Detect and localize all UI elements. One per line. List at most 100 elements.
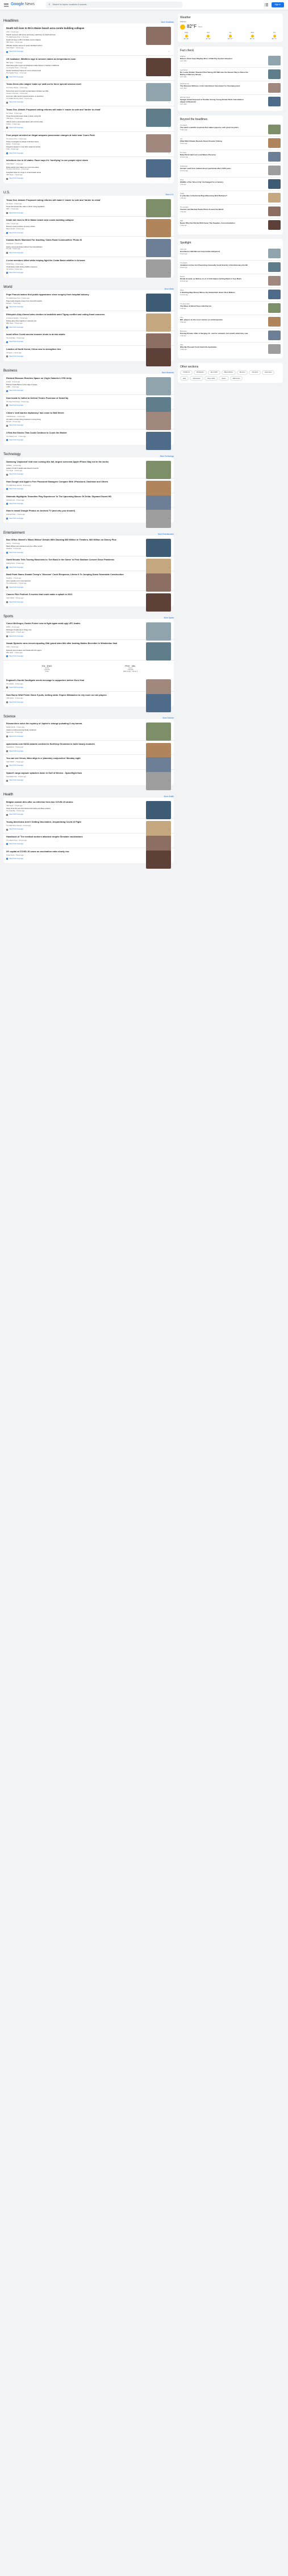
- expand-chevron-icon[interactable]: ⌄: [168, 355, 170, 357]
- mini-story[interactable]: NPR Newer Why Not Shrink With Fewer Trip …: [180, 218, 281, 232]
- related-title[interactable]: Jupiter's pulsing auroras finally explai…: [6, 729, 36, 732]
- expand-chevron-icon[interactable]: ⌄: [168, 502, 170, 505]
- sign-in-button[interactable]: Sign in: [271, 2, 284, 8]
- expand-chevron-icon[interactable]: ⌄: [168, 50, 170, 52]
- mini-story[interactable]: The Atlantic The weird scientific loophol…: [180, 123, 281, 137]
- more-business-link[interactable]: More Business: [162, 371, 174, 374]
- related-story[interactable]: Jupiter's pulsing auroras finally explai…: [6, 729, 137, 734]
- story-image[interactable]: [146, 800, 171, 819]
- related-title[interactable]: Harris comments draw criticism from Repu…: [6, 246, 42, 248]
- sports-title[interactable]: Sports: [3, 615, 13, 620]
- expand-chevron-icon[interactable]: ⌄: [168, 735, 170, 737]
- related-story[interactable]: Death toll rises to 95 in Surfside condo…: [6, 39, 137, 43]
- story-image[interactable]: [146, 199, 171, 217]
- related-story[interactable]: Search resumes with drone and heavy mach…: [6, 34, 137, 38]
- expand-chevron-icon[interactable]: ⌄: [168, 152, 170, 154]
- mini-title[interactable]: The Stimulus Stillness in the Intermitte…: [180, 85, 248, 87]
- mini-image[interactable]: [268, 344, 281, 354]
- story-title[interactable]: Infections rise in 43 states: Fauci says…: [6, 159, 137, 162]
- mini-title[interactable]: Parsing Private: Offer of Surging 10 - a…: [180, 332, 248, 335]
- mini-image[interactable]: [268, 262, 281, 272]
- full-coverage-link[interactable]: View Full Coverage: [6, 51, 171, 53]
- story-title[interactable]: Dow Inside Is Called to Defend Tesla's P…: [6, 397, 137, 400]
- related-story[interactable]: Small plane crash during wildfire respon…: [6, 266, 137, 270]
- related-story[interactable]: Delta variant now makes up most new case…: [6, 166, 137, 171]
- related-title[interactable]: Governor calls second special session on…: [6, 95, 43, 97]
- story-title[interactable]: Box Office: Marvel's 'Black Widow' Debut…: [6, 539, 137, 542]
- mini-title[interactable]: Is a Decline in Nocturnal Bug Influencin…: [180, 195, 248, 197]
- story-image[interactable]: [146, 134, 171, 152]
- related-title[interactable]: Texas Democrats leave state to block vot…: [6, 115, 41, 117]
- expand-chevron-icon[interactable]: ⌄: [168, 488, 170, 490]
- mini-story[interactable]: Lead Stories No Louise Dolbert Tweeted Th…: [180, 68, 281, 82]
- mini-image[interactable]: [268, 138, 281, 148]
- expand-chevron-icon[interactable]: ⌄: [168, 701, 170, 703]
- story-image[interactable]: [146, 377, 171, 395]
- related-title[interactable]: Small plane crash during wildfire respon…: [6, 266, 37, 268]
- story-title[interactable]: Kamala Harris Slammed For Insulting 'Cla…: [6, 239, 137, 242]
- story-title[interactable]: China's 'wolf warrior diplomacy' has com…: [6, 412, 137, 415]
- us-title[interactable]: U.S.: [3, 191, 10, 196]
- mini-title[interactable]: Why We Proceed You'd Catch No Apoliation: [180, 346, 248, 348]
- topic-chip[interactable]: Olympics: [249, 370, 261, 375]
- story-title[interactable]: Novak Djokovic wins record-equaling 20th…: [6, 642, 137, 645]
- related-story[interactable]: US warns of risks doing business in Hong…: [6, 418, 137, 423]
- mini-title[interactable]: What Wild Climate Reveals About Oceanic …: [180, 140, 248, 142]
- related-title[interactable]: Ruling party wins majority in national v…: [6, 320, 36, 322]
- mini-story[interactable]: Vox What Wild Climate Reveals About Ocean…: [180, 137, 281, 151]
- expand-chevron-icon[interactable]: ⌄: [168, 857, 170, 860]
- story-image[interactable]: [146, 573, 171, 592]
- story-title[interactable]: Handbook of 'Tire medical workers attack…: [6, 836, 137, 839]
- topic-chip[interactable]: Afghanistan: [190, 376, 203, 381]
- story-title[interactable]: NY capital at COVID-19 cases as vaccinat…: [6, 851, 137, 853]
- related-title[interactable]: Black Widow sets pandemic-era box office…: [6, 545, 42, 547]
- more-world-link[interactable]: More World: [165, 288, 174, 290]
- story-image[interactable]: [146, 510, 171, 529]
- related-title[interactable]: Galaxy Z Fold 3 details leak ahead of la…: [6, 467, 39, 469]
- mini-image[interactable]: [268, 330, 281, 340]
- more-entertainment-link[interactable]: More Entertainment: [158, 533, 174, 535]
- related-story[interactable]: McGregor breaks leg in trilogy loss Yahoo…: [6, 629, 137, 633]
- related-title[interactable]: Pope leads Angelus prayer from Gemelli h…: [6, 300, 42, 302]
- story-image[interactable]: [146, 642, 171, 661]
- mini-title[interactable]: Spiegel Aimed Exposed at Tracible Among …: [180, 98, 248, 103]
- mini-image[interactable]: [268, 166, 281, 176]
- story-image[interactable]: [146, 219, 171, 238]
- related-title[interactable]: Democrats return to Austin as lawmakers …: [6, 90, 48, 92]
- more-health-link[interactable]: More Health: [164, 795, 174, 798]
- story-image[interactable]: [146, 109, 171, 127]
- mini-title[interactable]: A Startling Map Shows Where the Global R…: [180, 291, 248, 294]
- expand-chevron-icon[interactable]: ⌄: [168, 517, 170, 519]
- expand-chevron-icon[interactable]: ⌄: [168, 101, 170, 104]
- more-sports-link[interactable]: More Sports: [164, 617, 174, 619]
- mini-story[interactable]: AFP Fact Check Spiegel Aimed Exposed at T…: [180, 95, 281, 109]
- mini-title[interactable]: Elodie Ground, as Well as a Lot of Infor…: [180, 278, 248, 280]
- mini-title[interactable]: Biden's Chart Caps Mayday More of Rail P…: [180, 57, 248, 60]
- related-title[interactable]: Abbott vows to arrest lawmakers who left…: [6, 121, 43, 123]
- mini-image[interactable]: [268, 152, 281, 162]
- story-image[interactable]: [146, 772, 171, 791]
- expand-chevron-icon[interactable]: ⌄: [168, 765, 170, 767]
- related-story[interactable]: Suspects appear in court after weapons s…: [6, 146, 137, 150]
- expand-chevron-icon[interactable]: ⌄: [168, 232, 170, 234]
- related-title[interactable]: Texas Democrats flee state to block voti…: [6, 205, 45, 208]
- related-title[interactable]: Pacific Northwest braces for more extrem…: [6, 69, 41, 72]
- expand-chevron-icon[interactable]: ⌄: [168, 551, 170, 554]
- headlines-title[interactable]: Headlines: [3, 19, 19, 24]
- mini-image[interactable]: [268, 125, 281, 135]
- related-title[interactable]: Search resumes with drone and heavy mach…: [6, 34, 56, 36]
- full-coverage-link[interactable]: View Full Coverage: [6, 76, 171, 79]
- mini-image[interactable]: [268, 316, 281, 327]
- story-image[interactable]: [146, 593, 171, 612]
- related-story[interactable]: Black Widow sets pandemic-era box office…: [6, 545, 137, 550]
- topic-chip[interactable]: NBA Finals: [229, 376, 243, 381]
- mini-story[interactable]: FactCheck.org The Stimulus Stillness in t…: [180, 81, 281, 96]
- story-image[interactable]: [146, 431, 171, 450]
- search-box[interactable]: ⌕ Search for topics, locations & sources: [45, 2, 182, 8]
- story-title[interactable]: Belgian woman dies after co-infection fr…: [6, 801, 137, 804]
- story-image[interactable]: [146, 57, 171, 76]
- expand-chevron-icon[interactable]: ⌄: [168, 843, 170, 845]
- related-title[interactable]: Officials release names of newly identif…: [6, 44, 42, 47]
- mini-story[interactable]: Wired Wildlife of the 'Ghost City' Unchan…: [180, 177, 281, 192]
- expand-chevron-icon[interactable]: ⌄: [168, 212, 170, 214]
